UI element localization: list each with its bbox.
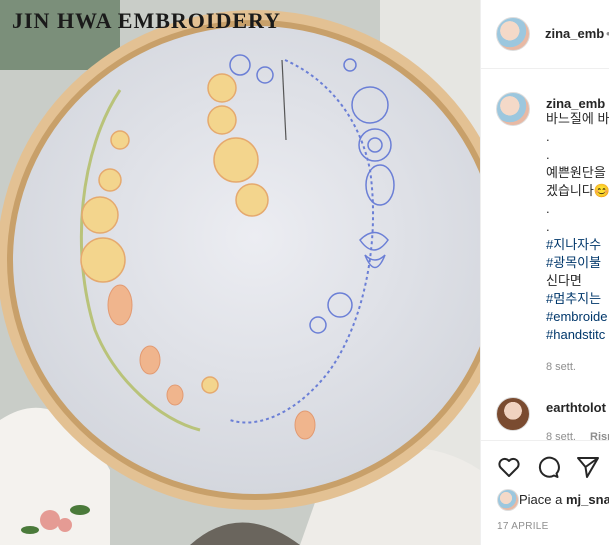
caption-line: 바느질에 바	[546, 111, 609, 126]
post-date[interactable]: 17 APRILE	[497, 521, 549, 532]
caption-line: .	[546, 129, 550, 144]
hashtag-link[interactable]: #멈추지는	[546, 290, 601, 308]
commenter-avatar[interactable]	[496, 397, 530, 431]
caption-line: .	[546, 147, 550, 162]
post-header: zina_emb •	[481, 0, 609, 69]
likes-summary: Piace a mj_sna	[519, 492, 609, 507]
author-avatar[interactable]	[496, 17, 530, 51]
likes-prefix: Piace a	[519, 492, 563, 507]
action-bar: Piace a mj_sna 17 APRILE	[481, 440, 609, 545]
liker-username[interactable]: mj_sna	[566, 492, 609, 507]
comment-icon[interactable]	[535, 455, 561, 479]
hashtag-link[interactable]: #광목이불	[546, 254, 601, 272]
caption-avatar[interactable]	[496, 92, 530, 126]
send-icon[interactable]	[575, 455, 601, 479]
liker-avatar[interactable]	[497, 489, 519, 511]
heart-icon[interactable]	[496, 455, 522, 479]
embroidery-hoop-image	[0, 0, 480, 545]
caption-line: 예쁜원단을	[546, 165, 606, 180]
post-photo[interactable]: JIN HWA EMBROIDERY	[0, 0, 480, 545]
hashtag-link[interactable]: #지나자수	[546, 236, 601, 254]
author-username[interactable]: zina_emb	[545, 26, 604, 41]
caption-line: .	[546, 201, 550, 216]
hashtag-link[interactable]: #handstitc	[546, 326, 605, 344]
caption-line: 신다면	[546, 273, 582, 288]
caption-username[interactable]: zina_emb	[546, 96, 605, 111]
hashtag-link[interactable]: #embroide	[546, 308, 607, 326]
commenter-username[interactable]: earthtolot	[546, 400, 606, 415]
photo-watermark: JIN HWA EMBROIDERY	[12, 8, 282, 33]
caption-line: 겠습니다😊	[546, 183, 609, 198]
caption-timestamp[interactable]: 8 sett.	[546, 361, 576, 373]
post-sidebar: zina_emb • zina_emb 바느질에 바 . . 예쁜원단을 겠습니…	[480, 0, 609, 545]
caption-line: .	[546, 219, 550, 234]
